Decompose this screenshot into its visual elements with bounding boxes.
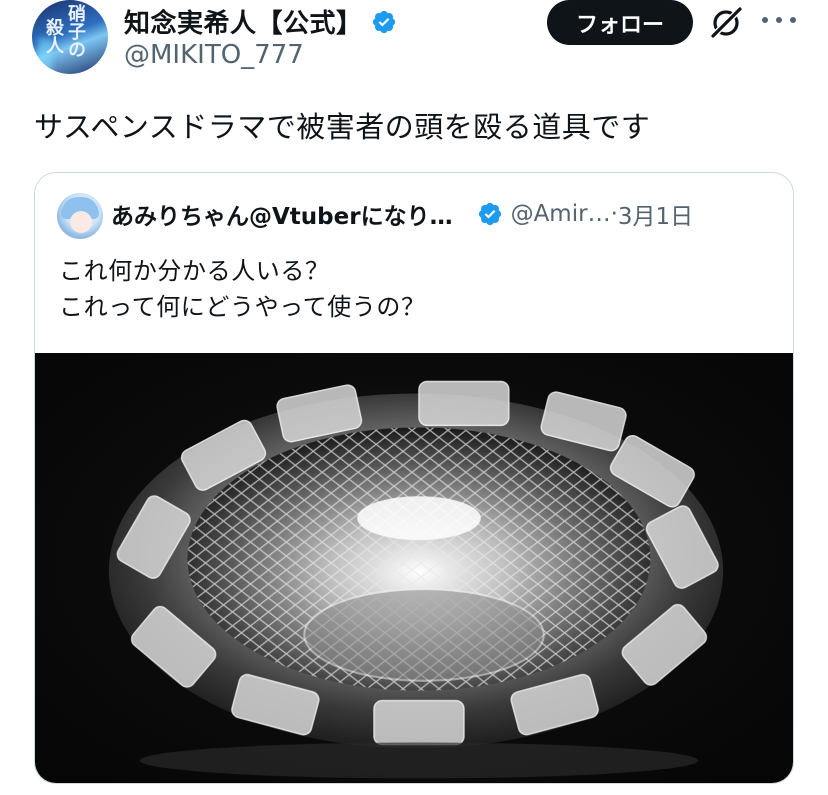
tweet-text: サスペンスドラマで被害者の頭を殴る道具です xyxy=(34,110,651,144)
dot xyxy=(790,17,796,23)
author-avatar[interactable]: 硝子の 殺人 xyxy=(32,0,108,74)
grok-icon[interactable] xyxy=(707,4,745,42)
avatar-text: 殺人 xyxy=(43,18,64,54)
quoted-tweet-image[interactable] xyxy=(35,353,793,783)
dot xyxy=(762,17,768,23)
quoted-author-handle[interactable]: @Amir… xyxy=(511,201,611,227)
quoted-tweet-card[interactable]: あみりちゃん@Vtuberになり… @Amir… · 3月1日 これ何か分かる人… xyxy=(34,172,794,784)
verified-badge-icon xyxy=(372,10,395,33)
follow-button[interactable]: フォロー xyxy=(547,0,693,45)
verified-badge-icon xyxy=(478,202,501,226)
quoted-tweet-text: これ何か分かる人いる？ これって何にどうやって使うの？ xyxy=(59,253,426,325)
meta-separator: · xyxy=(610,201,618,227)
dot xyxy=(776,17,782,23)
crystal-ashtray-illustration xyxy=(108,380,724,779)
author-name-row: 知念実希人【公式】 xyxy=(124,3,397,40)
quoted-text-line: これ何か分かる人いる？ xyxy=(59,257,330,285)
quoted-author-name[interactable]: あみりちゃん@Vtuberになり… xyxy=(111,197,453,231)
more-dots-icon[interactable] xyxy=(762,10,796,30)
author-handle[interactable]: @MIKITO_777 xyxy=(124,40,304,70)
quoted-tweet-date[interactable]: 3月1日 xyxy=(618,197,693,231)
quoted-text-line: これって何にどうやって使うの？ xyxy=(59,293,426,321)
author-display-name[interactable]: 知念実希人【公式】 xyxy=(124,3,363,40)
quoted-author-row: あみりちゃん@Vtuberになり… @Amir… · 3月1日 xyxy=(111,197,693,231)
avatar-decoration xyxy=(70,211,92,233)
quoted-author-avatar[interactable] xyxy=(57,193,103,239)
